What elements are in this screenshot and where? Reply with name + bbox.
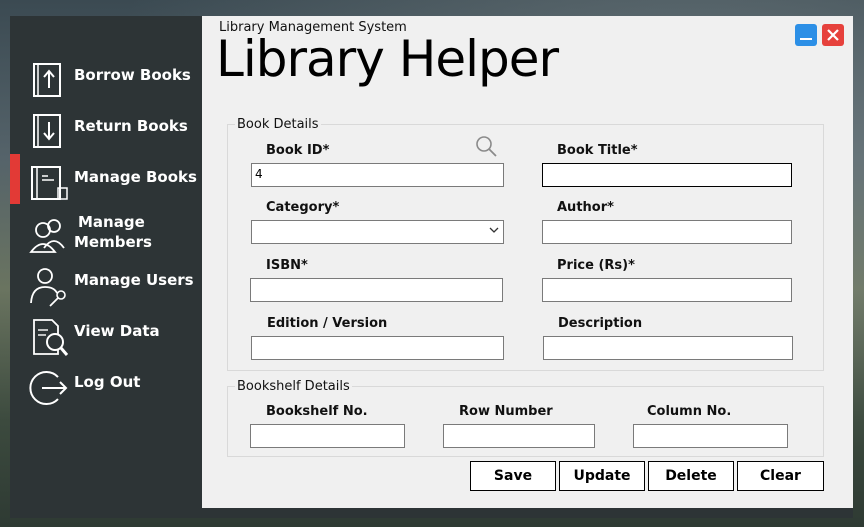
sidebar-item-manage-members[interactable]: Manage Members — [10, 212, 202, 260]
column-no-input[interactable] — [633, 424, 788, 448]
sidebar-item-label: Manage Users — [74, 271, 194, 289]
bookshelf-details-legend: Bookshelf Details — [235, 379, 352, 394]
borrow-book-icon — [33, 63, 61, 97]
description-label: Description — [558, 316, 643, 331]
isbn-input[interactable] — [250, 278, 503, 302]
book-title-input[interactable] — [542, 163, 792, 187]
sidebar-item-label: Manage Books — [74, 168, 197, 186]
row-number-input[interactable] — [443, 424, 595, 448]
members-icon — [29, 219, 65, 253]
view-data-icon — [33, 319, 69, 356]
book-details-legend: Book Details — [235, 117, 321, 132]
sidebar-item-label: View Data — [74, 322, 160, 340]
return-book-icon — [33, 114, 61, 148]
category-select[interactable] — [251, 220, 504, 244]
page-title: Library Helper — [216, 30, 559, 88]
close-button[interactable] — [822, 24, 844, 46]
column-no-label: Column No. — [647, 404, 732, 419]
sidebar-item-label: Return Books — [74, 117, 188, 135]
book-id-label: Book ID* — [266, 143, 330, 158]
close-icon — [827, 29, 839, 41]
price-label: Price (Rs)* — [557, 258, 635, 273]
row-number-label: Row Number — [459, 404, 553, 419]
sidebar-item-label-line2: Members — [74, 233, 152, 251]
sidebar-item-manage-books[interactable]: Manage Books — [10, 156, 202, 204]
user-key-icon — [30, 268, 66, 307]
search-icon[interactable] — [474, 134, 498, 158]
book-id-input[interactable]: 4 — [251, 163, 504, 187]
edition-label: Edition / Version — [267, 316, 388, 331]
isbn-label: ISBN* — [266, 258, 308, 273]
logout-icon — [29, 371, 68, 405]
category-label: Category* — [266, 200, 340, 215]
sidebar-item-log-out[interactable]: Log Out — [10, 361, 202, 409]
price-input[interactable] — [542, 278, 792, 302]
description-input[interactable] — [543, 336, 793, 360]
sidebar-item-return-books[interactable]: Return Books — [10, 105, 202, 153]
edition-input[interactable] — [251, 336, 504, 360]
book-details-group — [227, 124, 824, 371]
chevron-down-icon — [489, 227, 499, 233]
delete-button[interactable]: Delete — [648, 461, 734, 491]
manage-book-icon — [31, 166, 68, 200]
author-input[interactable] — [542, 220, 792, 244]
author-label: Author* — [557, 200, 614, 215]
main-panel: Library Management System Library Helper… — [202, 16, 853, 508]
bookshelf-no-label: Bookshelf No. — [266, 404, 368, 419]
save-button[interactable]: Save — [470, 461, 556, 491]
sidebar: Borrow Books Return Books Manage Books M… — [10, 16, 202, 518]
book-title-label: Book Title* — [557, 143, 638, 158]
sidebar-item-manage-users[interactable]: Manage Users — [10, 259, 202, 307]
sidebar-item-borrow-books[interactable]: Borrow Books — [10, 54, 202, 102]
bookshelf-no-input[interactable] — [250, 424, 405, 448]
app-window: Borrow Books Return Books Manage Books M… — [10, 16, 853, 518]
clear-button[interactable]: Clear — [737, 461, 824, 491]
minimize-button[interactable] — [795, 24, 817, 46]
update-button[interactable]: Update — [559, 461, 645, 491]
sidebar-item-label-line1: Manage — [78, 213, 145, 231]
sidebar-item-label: Log Out — [74, 373, 141, 391]
sidebar-item-label: Borrow Books — [74, 66, 191, 84]
sidebar-item-view-data[interactable]: View Data — [10, 310, 202, 358]
